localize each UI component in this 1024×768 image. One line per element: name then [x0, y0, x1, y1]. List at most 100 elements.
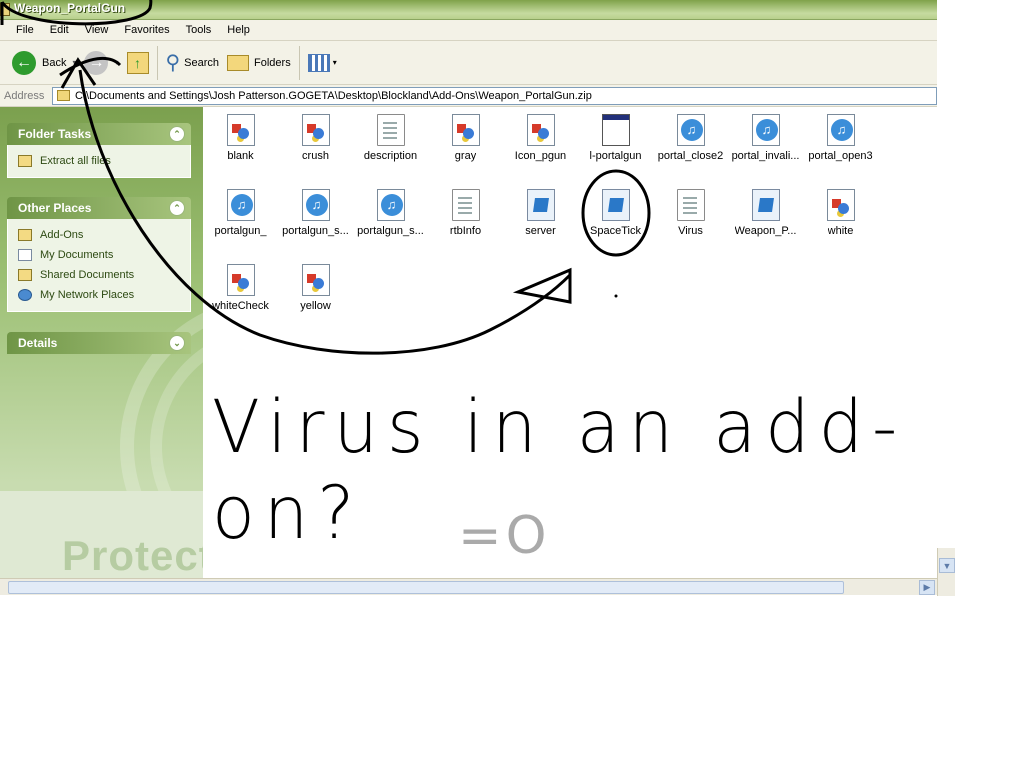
file-item[interactable]: gray [428, 111, 503, 186]
folder-tasks-panel: Folder Tasks ⌃ Extract all files [7, 123, 191, 178]
sound-file-icon [676, 114, 705, 146]
file-item[interactable]: description [353, 111, 428, 186]
file-item[interactable]: Weapon_P... [728, 186, 803, 261]
file-name-label: whiteCheck [212, 300, 269, 312]
back-dropdown-icon[interactable]: ▾ [72, 58, 76, 67]
menu-favorites[interactable]: Favorites [116, 24, 177, 36]
image-file-icon [451, 114, 480, 146]
address-label: Address [4, 89, 45, 102]
address-field[interactable]: C:\Documents and Settings\Josh Patterson… [52, 86, 937, 105]
other-places-header[interactable]: Other Places ⌃ [7, 197, 191, 219]
file-name-label: gray [454, 150, 477, 162]
file-item[interactable]: SpaceTick [578, 186, 653, 261]
file-item[interactable]: portalgun_s... [353, 186, 428, 261]
folders-button[interactable]: Folders [223, 46, 295, 80]
toolbar-separator [156, 45, 158, 80]
file-item[interactable]: server [503, 186, 578, 261]
text-document-icon [676, 189, 705, 221]
file-item[interactable]: Virus [653, 186, 728, 261]
file-name-label: yellow [300, 300, 331, 312]
collapse-chevron-icon[interactable]: ⌃ [169, 126, 185, 142]
folder-tasks-title: Folder Tasks [18, 127, 92, 141]
horizontal-scrollbar[interactable]: ▶ [0, 578, 937, 595]
up-folder-button[interactable]: ↑ [123, 46, 153, 80]
collapse-chevron-icon[interactable]: ⌃ [169, 200, 185, 216]
search-icon: ⚲ [165, 52, 181, 74]
image-file-icon [226, 114, 255, 146]
scrollbar-thumb[interactable] [8, 581, 844, 594]
image-file-icon [301, 114, 330, 146]
other-places-panel: Other Places ⌃ Add-Ons My Documents Shar… [7, 197, 191, 312]
title-bar[interactable]: Weapon_PortalGun [0, 0, 937, 20]
views-button[interactable]: ▾ [304, 46, 341, 80]
place-add-ons[interactable]: Add-Ons [18, 225, 180, 245]
shared-folder-icon [18, 269, 32, 281]
place-my-documents[interactable]: My Documents [18, 245, 180, 265]
place-my-network-places-label: My Network Places [40, 289, 135, 301]
forward-dropdown-icon[interactable]: ▾ [114, 58, 118, 67]
up-arrow-icon: ↑ [126, 51, 149, 74]
image-file-icon [301, 264, 330, 296]
other-places-title: Other Places [18, 201, 92, 215]
place-add-ons-label: Add-Ons [40, 229, 84, 241]
file-item[interactable]: portal_invali... [728, 111, 803, 186]
file-item[interactable]: Icon_pgun [503, 111, 578, 186]
file-item[interactable]: white [803, 186, 878, 261]
file-item[interactable]: l-portalgun [578, 111, 653, 186]
task-pane: Protect Folder Tasks ⌃ Extract all files… [0, 107, 203, 578]
image-file-icon [226, 264, 255, 296]
file-name-label: blank [227, 150, 254, 162]
menu-view[interactable]: View [77, 24, 117, 36]
zip-folder-icon [0, 3, 10, 16]
file-item[interactable]: portal_open3 [803, 111, 878, 186]
file-name-label: Icon_pgun [514, 150, 567, 162]
scroll-down-arrow-icon[interactable]: ▼ [939, 558, 955, 573]
file-name-label: portal_invali... [731, 150, 800, 162]
script-file-icon [526, 189, 555, 221]
network-globe-icon [18, 289, 32, 301]
details-panel: Details ⌄ [7, 332, 191, 354]
menu-help[interactable]: Help [219, 24, 258, 36]
place-shared-documents-label: Shared Documents [40, 269, 135, 281]
folder-tasks-header[interactable]: Folder Tasks ⌃ [7, 123, 191, 145]
menu-edit[interactable]: Edit [42, 24, 77, 36]
file-item[interactable]: portalgun_s... [278, 186, 353, 261]
forward-button[interactable]: → ▾ [80, 46, 122, 80]
file-item[interactable]: blank [203, 111, 278, 186]
extract-icon [18, 155, 32, 167]
scroll-right-arrow-icon[interactable]: ▶ [919, 580, 935, 595]
forward-arrow-icon: → [84, 50, 109, 75]
executable-window-icon [601, 114, 630, 146]
file-name-label: portal_open3 [808, 150, 873, 162]
file-item[interactable]: portalgun_ [203, 186, 278, 261]
file-item[interactable]: rtbInfo [428, 186, 503, 261]
file-item[interactable]: crush [278, 111, 353, 186]
place-my-documents-label: My Documents [40, 249, 114, 261]
search-label: Search [184, 56, 220, 69]
search-button[interactable]: ⚲ Search [162, 46, 224, 80]
file-name-label: portalgun_s... [357, 225, 424, 237]
folder-icon [18, 229, 32, 241]
file-item[interactable]: whiteCheck [203, 261, 278, 336]
place-my-network-places[interactable]: My Network Places [18, 285, 180, 305]
menu-file[interactable]: File [8, 24, 42, 36]
details-header[interactable]: Details ⌄ [7, 332, 191, 354]
text-document-icon [451, 189, 480, 221]
sound-file-icon [226, 189, 255, 221]
file-grid: blank crush description gray Icon_pgun l-port… [203, 111, 937, 336]
file-item[interactable]: yellow [278, 261, 353, 336]
file-item[interactable]: portal_close2 [653, 111, 728, 186]
file-name-label: white [827, 225, 854, 237]
folders-icon [227, 54, 250, 71]
expand-chevron-icon[interactable]: ⌄ [169, 335, 185, 351]
task-pane-watermark: Protect [62, 532, 203, 578]
place-shared-documents[interactable]: Shared Documents [18, 265, 180, 285]
file-name-label: description [363, 150, 418, 162]
annotation-face: =O [458, 506, 551, 566]
menu-tools[interactable]: Tools [178, 24, 220, 36]
back-button[interactable]: ← Back ▾ [8, 46, 80, 80]
address-bar: Address C:\Documents and Settings\Josh P… [0, 85, 937, 107]
sound-file-icon [376, 189, 405, 221]
task-extract-all[interactable]: Extract all files [18, 151, 180, 171]
window-title: Weapon_PortalGun [14, 1, 126, 15]
